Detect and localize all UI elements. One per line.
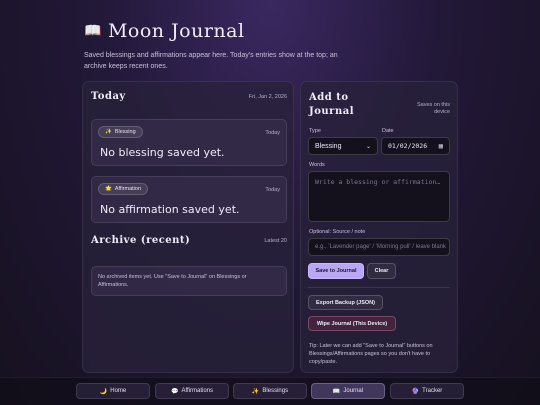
speech-bubble-icon: 💬 [170, 388, 179, 395]
blessing-chip-label: Blessing [114, 129, 136, 135]
save-to-journal-button[interactable]: Save to Journal [308, 263, 364, 279]
nav-affirmations[interactable]: 💬 Affirmations [155, 383, 229, 399]
today-header: Today Fri, Jan 2, 2026 [91, 91, 287, 102]
nav-tracker[interactable]: 🔮 Tracker [390, 383, 464, 399]
archive-heading: Archive (recent) [91, 235, 191, 246]
nav-affirmations-label: Affirmations [181, 388, 214, 394]
archive-empty-card: No archived items yet. Use "Save to Jour… [91, 266, 287, 296]
book-icon: 📖 [84, 23, 102, 39]
words-textarea[interactable]: Write a blessing or affirmation… [308, 171, 450, 222]
wipe-journal-button[interactable]: Wipe Journal (This Device) [308, 316, 396, 331]
tip-text: Tip: Later we can add "Save to Journal" … [309, 343, 433, 365]
archive-latest: Latest 20 [264, 238, 287, 244]
source-label: Optional: Source / note [309, 229, 366, 235]
source-input[interactable]: e.g., 'Lavender page' / 'Morning pull' /… [308, 238, 450, 256]
nav-blessings[interactable]: ✨ Blessings [233, 383, 307, 399]
source-placeholder: e.g., 'Lavender page' / 'Morning pull' /… [315, 244, 446, 250]
nav-home[interactable]: 🌙 Home [76, 383, 150, 399]
export-backup-button[interactable]: Export Backup (JSON) [308, 295, 383, 310]
sparkles-icon: ✨ [251, 388, 260, 395]
saves-note: Saves on this device [416, 102, 450, 115]
chevron-down-icon: ⌄ [365, 144, 371, 150]
date-input[interactable]: 01/02/2026 ▦ [381, 137, 450, 155]
divider [308, 287, 450, 288]
affirmation-text: No affirmation saved yet. [100, 203, 240, 216]
date-input-value: 01/02/2026 [388, 142, 428, 150]
moon-icon: 🌙 [99, 388, 108, 395]
crystal-ball-icon: 🔮 [411, 388, 420, 395]
affirmation-card: 🌟 Affirmation Today No affirmation saved… [91, 176, 287, 223]
nav-journal-label: Journal [343, 388, 364, 394]
page-title-text: Moon Journal [107, 20, 245, 42]
blessing-chip: ✨ Blessing [98, 126, 143, 138]
type-label: Type [309, 128, 321, 134]
sparkles-icon: ✨ [105, 129, 112, 135]
calendar-icon[interactable]: ▦ [439, 142, 443, 150]
bottom-nav: 🌙 Home 💬 Affirmations ✨ Blessings 📖 Jour… [0, 377, 540, 405]
affirmation-day: Today [265, 187, 280, 193]
book-icon: 📖 [332, 388, 341, 395]
today-panel: Today Fri, Jan 2, 2026 ✨ Blessing Today … [82, 81, 294, 373]
nav-home-label: Home [110, 388, 127, 394]
type-select[interactable]: Blessing ⌄ [308, 137, 378, 155]
add-panel: Add to Journal Saves on this device Type… [300, 81, 458, 373]
words-placeholder: Write a blessing or affirmation… [315, 178, 441, 186]
blessing-card: ✨ Blessing Today No blessing saved yet. [91, 119, 287, 166]
affirmation-chip-label: Affirmation [114, 186, 142, 192]
archive-empty-text: No archived items yet. Use "Save to Jour… [98, 274, 247, 288]
nav-tracker-label: Tracker [422, 388, 443, 394]
blessing-text: No blessing saved yet. [100, 146, 225, 159]
affirmation-chip: 🌟 Affirmation [98, 183, 149, 195]
today-heading: Today [91, 91, 126, 102]
star-icon: 🌟 [105, 186, 112, 192]
blessing-day: Today [265, 130, 280, 136]
clear-button[interactable]: Clear [367, 263, 396, 279]
type-select-value: Blessing [315, 142, 342, 150]
nav-blessings-label: Blessings [262, 388, 289, 394]
nav-journal[interactable]: 📖 Journal [311, 383, 385, 399]
archive-header: Archive (recent) Latest 20 [91, 235, 287, 246]
date-label: Date [382, 128, 394, 134]
page-subtitle: Saved blessings and affirmations appear … [84, 52, 338, 70]
today-date: Fri, Jan 2, 2026 [248, 94, 287, 100]
add-heading: Add to Journal [309, 92, 354, 117]
words-label: Words [309, 162, 325, 168]
page-header: 📖 Moon Journal Saved blessings and affir… [84, 20, 464, 72]
page-title: 📖 Moon Journal [84, 20, 464, 42]
